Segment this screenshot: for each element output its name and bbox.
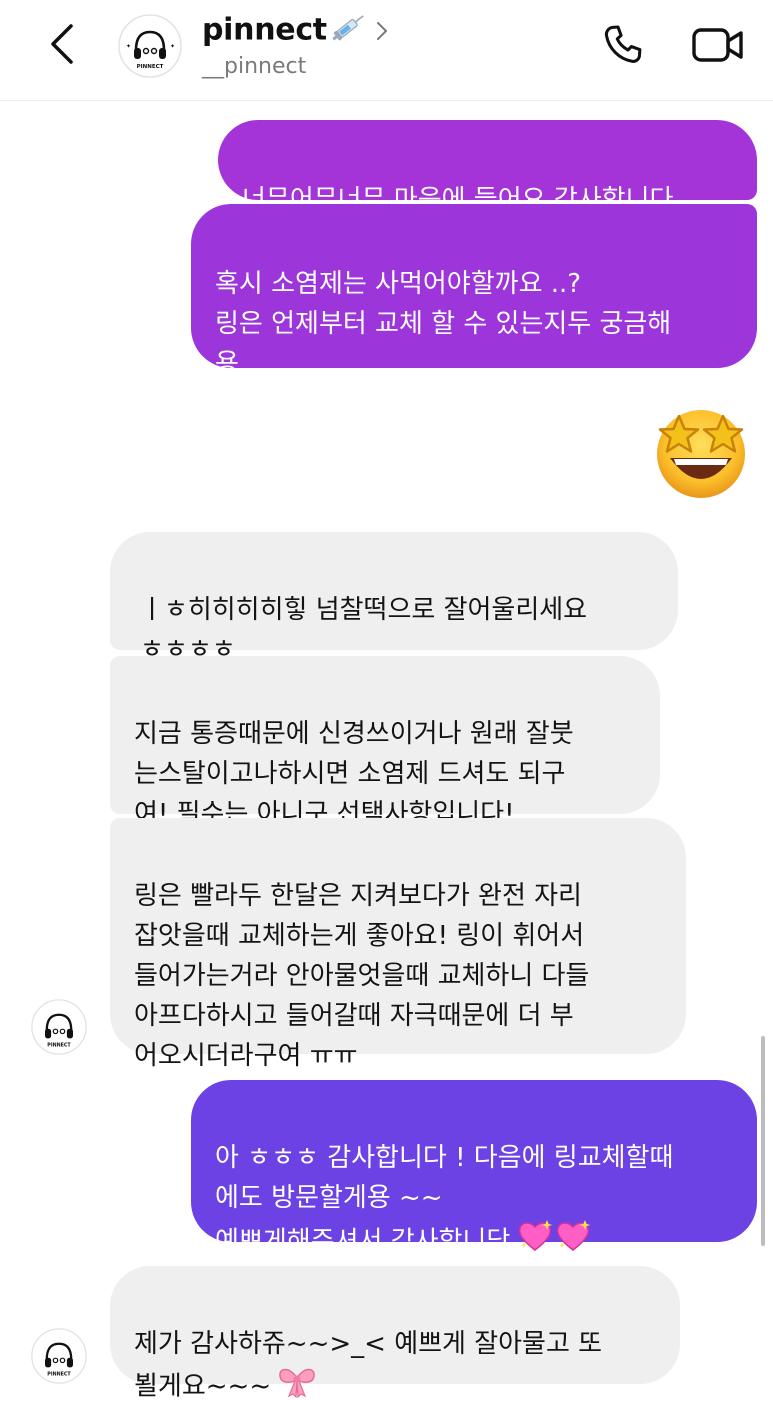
message-bubble-incoming[interactable]: 링은 빨라두 한달은 지켜보다가 완전 자리 잡앗을때 교체하는게 좋아요! 링… [110,818,686,1071]
message-bubble-incoming[interactable]: ㅣㅎ히히히히힣 넘찰떡으로 잘어울리세요 ㅎㅎㅎㅎ [110,532,678,665]
svg-text:PINNECT: PINNECT [47,1042,71,1048]
voice-call-button[interactable] [596,20,650,70]
message-bubble-incoming[interactable]: 지금 통증때문에 신경쓰이거나 원래 잘붓 는스탈이고나하시면 소염제 드셔도 … [110,656,660,829]
scrollbar[interactable] [761,1036,765,1246]
chevron-left-icon [51,24,73,64]
message-text: 제가 감사하쥬~~>_< 예쁘게 잘아물고 또 뵐게요~~~ [134,1329,603,1402]
message-bubble-outgoing[interactable]: 혹시 소염제는 사먹어야할까요 ..? 링은 언제부터 교체 할 수 있는지두 … [191,204,757,379]
svg-text:PINNECT: PINNECT [47,1371,71,1377]
video-camera-icon [692,28,743,62]
phone-icon [604,25,642,63]
ribbon-icon [277,1364,317,1410]
star-struck-emoji[interactable] [648,402,754,502]
message-text: 혹시 소염제는 사먹어야할까요 ..? 링은 언제부터 교체 할 수 있는지두 … [215,269,672,379]
back-button[interactable] [40,22,84,66]
message-bubble-outgoing[interactable]: 너무어무너무 마음에 들어요 감사합니다 [218,120,757,215]
svg-text:PINNECT: PINNECT [137,64,164,70]
chat-header: ✦ ✦ PINNECT pinnect __pinnect [0,0,773,101]
svg-text:✦: ✦ [126,43,131,50]
profile-avatar[interactable]: ✦ ✦ PINNECT [118,14,182,78]
message-bubble-incoming[interactable]: 제가 감사하쥬~~>_< 예쁘게 잘아물고 또 뵐게요~~~ [110,1266,680,1402]
message-text: ㅣㅎ히히히히힣 넘찰떡으로 잘어울리세요 ㅎㅎㅎㅎ [140,595,588,665]
profile-handle: __pinnect [202,54,307,79]
profile-name[interactable]: pinnect [202,12,369,50]
message-text: 아 ㅎㅎㅎ 감사합니다 ! 다음에 링교체할때 에도 방문할게용 ~~ 예쁘게해… [215,1143,674,1257]
message-bubble-outgoing[interactable]: 아 ㅎㅎㅎ 감사합니다 ! 다음에 링교체할때 에도 방문할게용 ~~ 예쁘게해… [191,1080,757,1257]
syringe-icon [329,12,369,50]
message-text: 지금 통증때문에 신경쓰이거나 원래 잘붓 는스탈이고나하시면 소염제 드셔도 … [134,719,574,829]
chevron-right-icon[interactable] [372,18,392,44]
sender-avatar[interactable]: PINNECT [31,1328,87,1384]
message-text: 링은 빨라두 한달은 지켜보다가 완전 자리 잡앗을때 교체하는게 좋아요! 링… [134,881,590,1071]
svg-text:✦: ✦ [170,43,175,50]
video-call-button[interactable] [688,20,748,70]
sender-avatar[interactable]: PINNECT [31,999,87,1055]
profile-name-text: pinnect [202,12,327,48]
sparkling-heart-icon [516,1218,594,1266]
